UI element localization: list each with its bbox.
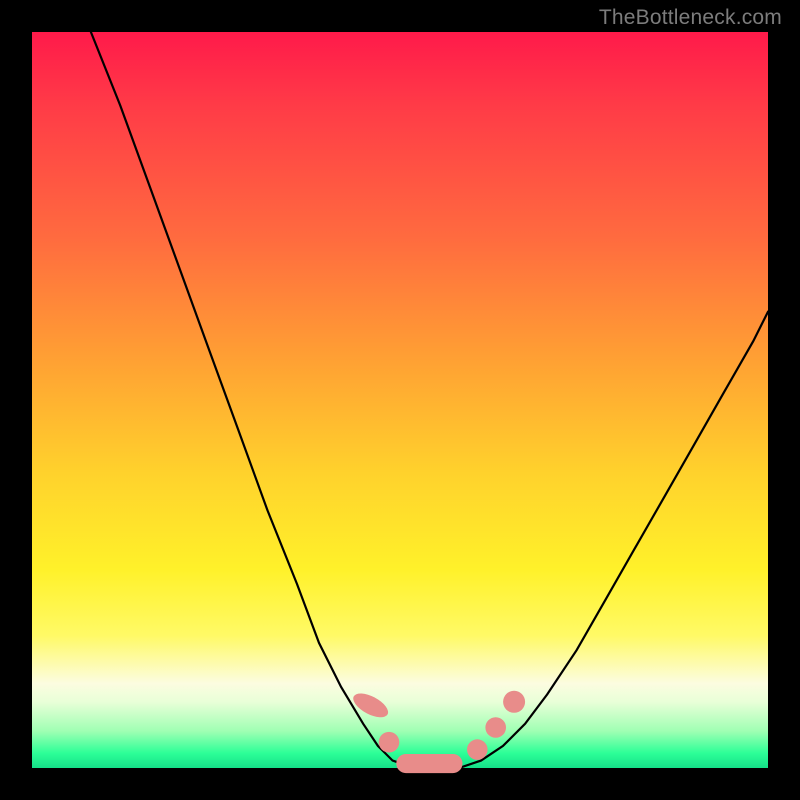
plot-area	[32, 32, 768, 768]
curve-marker	[503, 691, 525, 713]
curve-marker	[379, 732, 400, 753]
chart-svg	[32, 32, 768, 768]
curve-marker	[467, 739, 488, 760]
curve-marker	[350, 689, 392, 723]
curve-marker	[485, 717, 506, 738]
marker-group	[350, 689, 525, 774]
curve-group	[91, 32, 768, 768]
bottleneck-curve	[91, 32, 768, 768]
outer-frame: TheBottleneck.com	[0, 0, 800, 800]
curve-marker	[396, 754, 462, 773]
watermark-text: TheBottleneck.com	[599, 6, 782, 30]
